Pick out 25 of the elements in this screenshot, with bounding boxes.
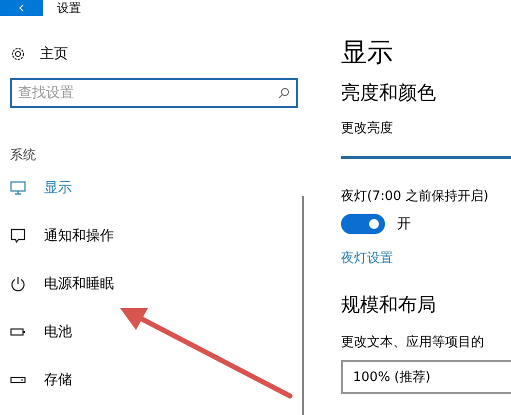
sidebar-item[interactable]: 显示 — [10, 164, 300, 212]
settings-icon[interactable] — [10, 46, 26, 62]
scale-dropdown[interactable]: 100% (推荐) — [341, 360, 511, 394]
monitor-icon — [10, 180, 26, 196]
section-heading: 规模和布局 — [341, 293, 437, 318]
toggle-switch[interactable] — [341, 214, 385, 234]
sidebar-item[interactable]: 电池 — [10, 308, 300, 356]
page-title: 显示 — [341, 37, 394, 70]
window-title: 设置 — [57, 1, 81, 15]
sidebar-item[interactable]: 存储 — [10, 356, 300, 404]
sidebar-item[interactable]: 电源和睡眠 — [10, 260, 300, 308]
scale-label: 更改文本、应用等项目的 — [341, 334, 485, 352]
sidebar-item[interactable]: 通知和操作 — [10, 212, 300, 260]
section-label: 系统 — [10, 147, 37, 164]
night-light-settings-link[interactable]: 夜灯设置 — [341, 250, 511, 268]
back-icon — [18, 4, 26, 12]
toggle-state: 开 — [397, 215, 411, 233]
brightness-label: 更改亮度 — [341, 120, 394, 138]
message-icon — [10, 228, 26, 244]
section-heading: 亮度和颜色 — [341, 81, 437, 106]
search-icon[interactable] — [278, 87, 290, 99]
night-light-label: 夜灯(7:00 之前保持开启) — [341, 188, 490, 206]
search-field[interactable]: 查找设置 — [10, 78, 298, 108]
home-link[interactable]: 主页 — [40, 45, 68, 63]
power-icon — [10, 276, 26, 292]
